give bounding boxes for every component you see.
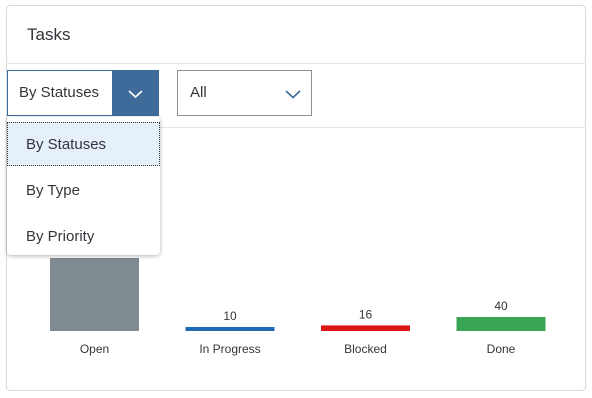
- dropdown-option-label: By Type: [26, 182, 80, 199]
- group-by-dropdown-list: By Statuses By Type By Priority: [7, 117, 160, 255]
- chevron-down-icon: [285, 90, 301, 99]
- bar-in-progress[interactable]: [185, 327, 275, 331]
- group-by-dropdown-button[interactable]: [112, 70, 159, 116]
- bar-done[interactable]: [456, 317, 546, 331]
- chevron-down-icon: [128, 90, 143, 99]
- bar-open[interactable]: [50, 258, 139, 331]
- filter-select[interactable]: All: [177, 70, 312, 116]
- bar-blocked[interactable]: [321, 325, 410, 331]
- data-label-done: 40: [494, 299, 508, 313]
- category-label-blocked: Blocked: [344, 342, 387, 356]
- dropdown-option-label: By Priority: [26, 228, 95, 245]
- category-label-in-progress: In Progress: [199, 342, 260, 356]
- dropdown-option-by-priority[interactable]: By Priority: [7, 214, 160, 258]
- category-label-done: Done: [487, 342, 516, 356]
- dropdown-option-by-statuses[interactable]: By Statuses: [7, 122, 160, 166]
- data-label-in-progress: 10: [223, 309, 237, 323]
- data-label-blocked: 16: [359, 307, 373, 321]
- dropdown-option-label: By Statuses: [26, 136, 107, 153]
- filter-dropdown-button[interactable]: [283, 85, 303, 103]
- dropdown-option-by-type[interactable]: By Type: [7, 168, 160, 212]
- filter-value: All: [190, 84, 207, 101]
- group-by-select[interactable]: By Statuses: [7, 70, 159, 116]
- group-by-value: By Statuses: [19, 84, 100, 101]
- category-label-open: Open: [80, 342, 109, 356]
